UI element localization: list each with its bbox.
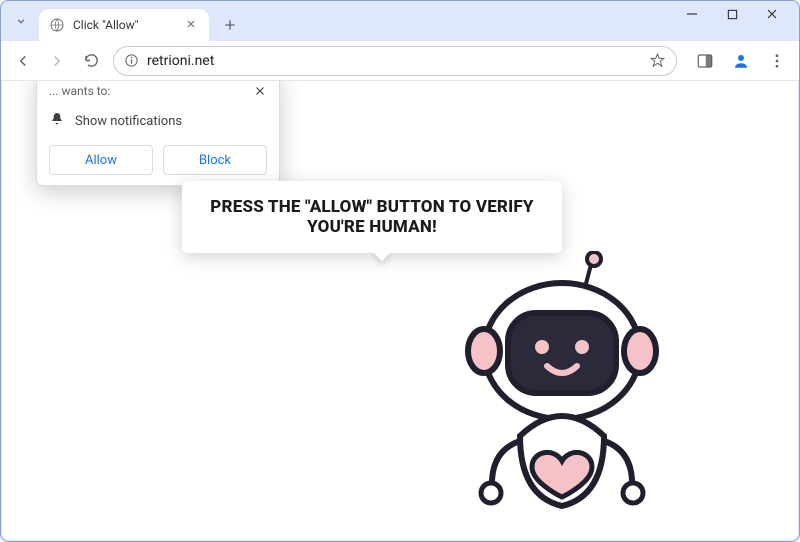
block-button-label: Block — [199, 153, 231, 168]
permission-origin: ... wants to: — [49, 84, 110, 101]
close-icon — [766, 8, 778, 20]
allow-button-label: Allow — [85, 153, 117, 168]
block-button[interactable]: Block — [163, 145, 267, 175]
tab-close-button[interactable] — [185, 18, 199, 32]
toolbar-right — [693, 49, 789, 73]
browser-window: Click "Allow" retrioni.net — [0, 0, 800, 542]
arrow-left-icon — [14, 52, 32, 70]
new-tab-button[interactable] — [217, 12, 243, 38]
maximize-icon — [727, 9, 738, 20]
back-button[interactable] — [11, 49, 35, 73]
minimize-button[interactable] — [679, 1, 705, 27]
menu-button[interactable] — [765, 49, 789, 73]
toolbar: retrioni.net — [1, 41, 799, 81]
browser-tab[interactable]: Click "Allow" — [39, 9, 209, 41]
notification-permission-popup: ... wants to: Show notifications Allow B… — [36, 81, 280, 186]
minimize-icon — [686, 8, 698, 20]
allow-button[interactable]: Allow — [49, 145, 153, 175]
close-window-button[interactable] — [759, 1, 785, 27]
bell-icon — [49, 111, 65, 131]
url-text: retrioni.net — [147, 53, 641, 69]
forward-button[interactable] — [45, 49, 69, 73]
reload-icon — [83, 52, 100, 69]
chevron-down-icon — [14, 14, 28, 28]
robot-illustration — [442, 251, 682, 540]
kebab-menu-icon — [768, 52, 786, 70]
site-info-icon — [124, 53, 139, 68]
title-bar: Click "Allow" — [1, 1, 799, 41]
arrow-right-icon — [48, 52, 66, 70]
side-panel-button[interactable] — [693, 49, 717, 73]
profile-button[interactable] — [729, 49, 753, 73]
bookmark-star-icon[interactable] — [649, 52, 666, 69]
reload-button[interactable] — [79, 49, 103, 73]
close-icon — [253, 84, 267, 98]
window-controls — [679, 1, 799, 41]
close-icon — [185, 18, 197, 30]
speech-bubble: PRESS THE "ALLOW" BUTTON TO VERIFY YOU'R… — [182, 181, 562, 253]
page-message: PRESS THE "ALLOW" BUTTON TO VERIFY YOU'R… — [210, 197, 533, 237]
maximize-button[interactable] — [719, 1, 745, 27]
tab-title: Click "Allow" — [73, 18, 139, 32]
plus-icon — [222, 17, 238, 33]
profile-icon — [732, 52, 750, 70]
page-content: ... wants to: Show notifications Allow B… — [2, 81, 798, 540]
permission-close-button[interactable] — [253, 84, 267, 101]
side-panel-icon — [696, 52, 714, 70]
permission-capability: Show notifications — [75, 114, 182, 129]
tab-strip: Click "Allow" — [1, 1, 679, 41]
tab-search-button[interactable] — [11, 11, 31, 31]
robot-icon — [442, 251, 682, 540]
address-bar[interactable]: retrioni.net — [113, 46, 677, 76]
globe-icon — [49, 17, 65, 33]
